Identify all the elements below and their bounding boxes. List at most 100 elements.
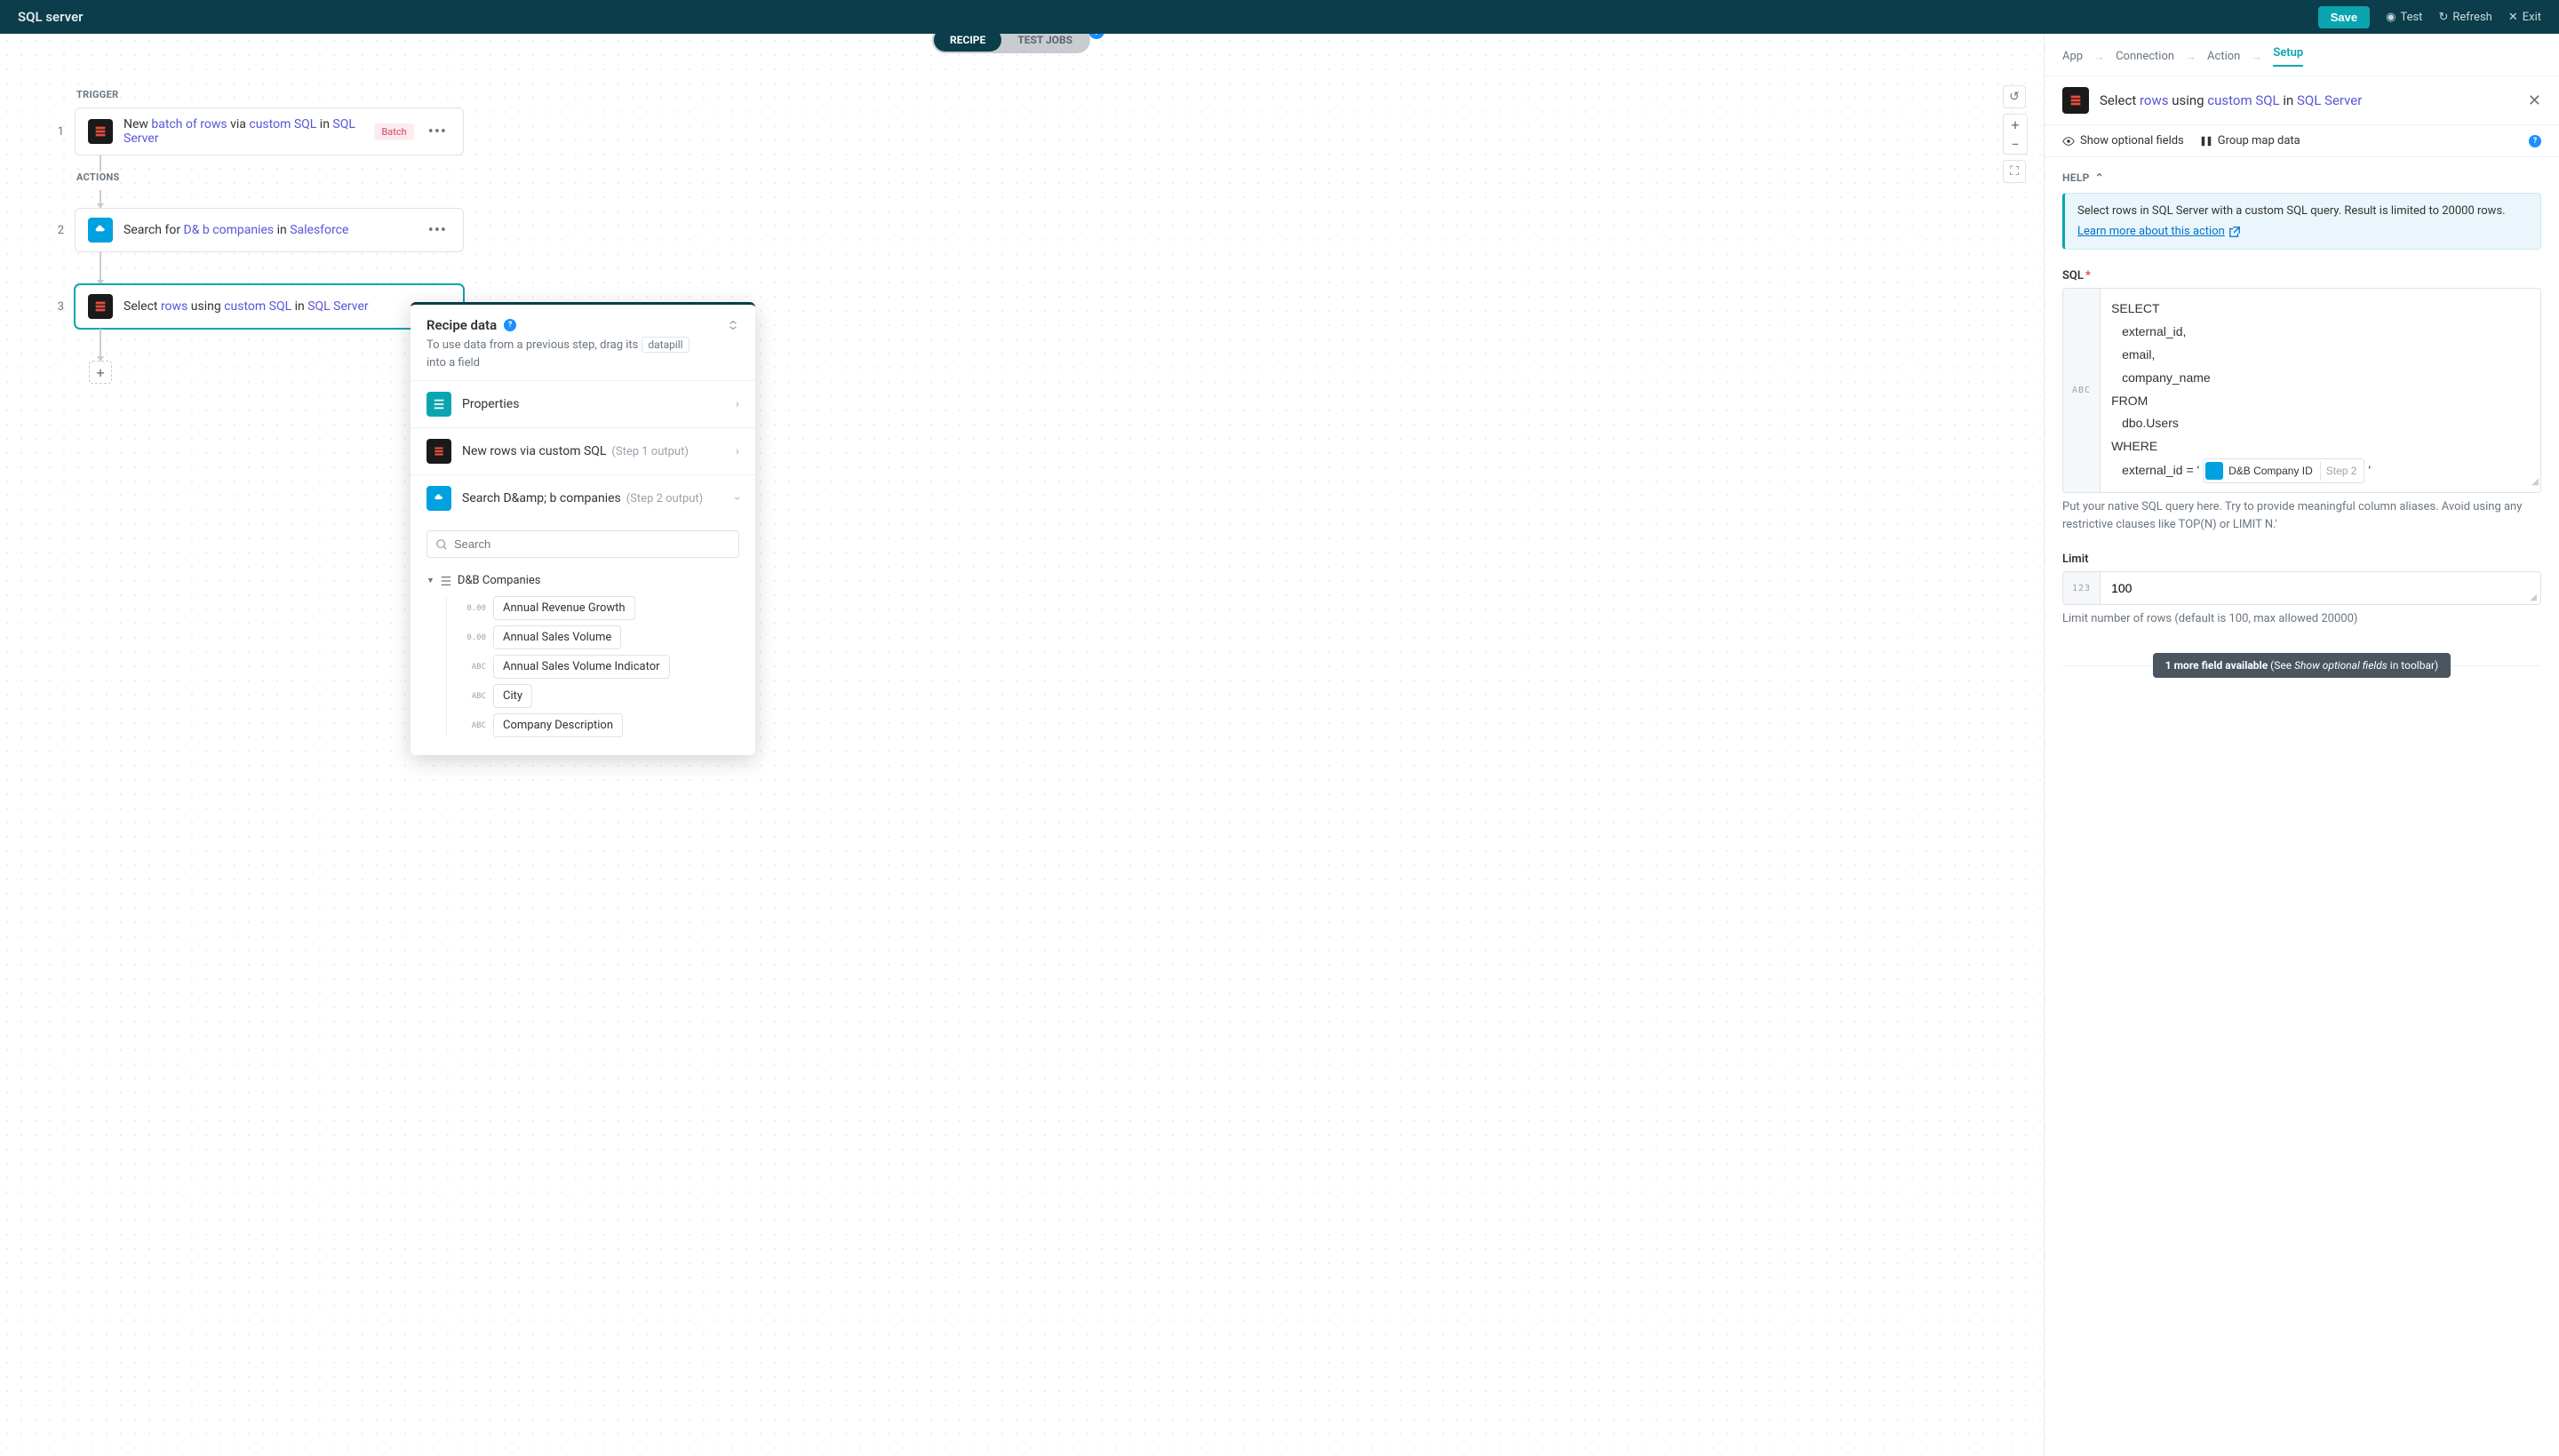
- search-icon: [435, 537, 448, 552]
- canvas-tools: ↺ + − ⛶: [2003, 85, 2028, 183]
- refresh-icon: ↻: [2438, 11, 2448, 24]
- chevron-up-icon: ⌃: [2095, 171, 2104, 184]
- chevron-right-icon: ›: [736, 444, 739, 458]
- sql-input[interactable]: SELECT external_id, email, company_name …: [2101, 289, 2540, 492]
- breadcrumb-action[interactable]: Action: [2207, 50, 2240, 63]
- connector-arrow: [100, 252, 101, 284]
- field-type-indicator: 123: [2063, 572, 2101, 604]
- panel-toolbar: Show optional fields Group map data ?: [2045, 124, 2559, 157]
- zoom-in-button[interactable]: +: [2004, 115, 2027, 134]
- exit-button[interactable]: ✕ Exit: [2508, 11, 2541, 24]
- batch-badge: Batch: [374, 123, 413, 140]
- show-optional-fields-button[interactable]: Show optional fields: [2062, 134, 2184, 147]
- node-menu-icon[interactable]: •••: [425, 221, 450, 240]
- columns-icon: [2200, 134, 2212, 147]
- breadcrumb-connection[interactable]: Connection: [2116, 50, 2174, 63]
- node-text: New batch of rows via custom SQL in SQL …: [124, 117, 363, 146]
- save-button[interactable]: Save: [2318, 6, 2370, 28]
- chevron-down-icon: ›: [730, 497, 745, 500]
- connector-arrow: [100, 329, 101, 361]
- breadcrumb: App → Connection → Action → Setup: [2045, 34, 2559, 76]
- reset-view-button[interactable]: ↺: [2003, 85, 2026, 108]
- arrow-right-icon: →: [2093, 50, 2105, 64]
- tree-group-header[interactable]: ▼ D&B Companies: [426, 574, 739, 587]
- help-icon[interactable]: ?: [2529, 135, 2541, 147]
- datapill[interactable]: Annual Revenue Growth: [493, 596, 635, 620]
- field-help-text: Put your native SQL query here. Try to p…: [2062, 498, 2541, 533]
- more-fields-bar: 1 more field available (See Show optiona…: [2062, 653, 2541, 678]
- required-indicator: *: [2085, 269, 2091, 282]
- resize-handle[interactable]: ◢: [2531, 474, 2539, 491]
- connector-arrow: [100, 190, 101, 208]
- recipe-panel-title: Recipe data ?: [426, 317, 516, 333]
- datapill-item: 0.00Annual Revenue Growth: [463, 596, 739, 620]
- recipe-panel-description: To use data from a previous step, drag i…: [426, 337, 739, 370]
- section-step2-output[interactable]: Search D&amp; b companies(Step 2 output)…: [411, 474, 755, 521]
- fit-view-button[interactable]: ⛶: [2003, 160, 2026, 183]
- close-icon: ✕: [2508, 11, 2518, 24]
- section-step1-output[interactable]: New rows via custom SQL(Step 1 output) ›: [411, 427, 755, 474]
- eye-icon: [2062, 134, 2075, 147]
- datapill[interactable]: Company Description: [493, 713, 623, 737]
- resize-handle[interactable]: ◢: [2530, 593, 2537, 602]
- recipe-data-panel: Recipe data ? To use data from a previou…: [411, 302, 755, 755]
- canvas: RECIPE TEST JOBS ? ↺ + − ⛶ TRIGGER 1: [0, 34, 2044, 1456]
- limit-input[interactable]: [2101, 572, 2540, 604]
- node-menu-icon[interactable]: •••: [425, 123, 450, 141]
- node-number: 1: [52, 125, 64, 139]
- field-label: SQL*: [2062, 269, 2541, 282]
- add-step-button[interactable]: +: [89, 361, 112, 384]
- flow: TRIGGER 1 New batch of rows via custom S…: [0, 34, 2044, 384]
- connector: [100, 155, 101, 171]
- search-input[interactable]: [426, 530, 739, 558]
- datapill[interactable]: City: [493, 684, 532, 708]
- action-node-search[interactable]: Search for D& b companies in Salesforce …: [75, 208, 464, 252]
- trigger-node[interactable]: New batch of rows via custom SQL in SQL …: [75, 107, 464, 155]
- datapill[interactable]: Annual Sales Volume: [493, 625, 621, 649]
- caret-down-icon: ▼: [426, 576, 434, 585]
- sqlserver-icon: [426, 439, 451, 464]
- datapill-item: ABCAnnual Sales Volume Indicator: [463, 655, 739, 679]
- datapill-inline[interactable]: D&B Company ID Step 2: [2203, 458, 2364, 483]
- breadcrumb-app[interactable]: App: [2062, 50, 2083, 63]
- help-box: Select rows in SQL Server with a custom …: [2062, 193, 2541, 250]
- help-icon[interactable]: ?: [1088, 34, 1104, 39]
- group-map-data-button[interactable]: Group map data: [2200, 134, 2300, 147]
- field-type-indicator: ABC: [2063, 289, 2101, 492]
- collapse-icon[interactable]: [727, 318, 739, 332]
- salesforce-icon: [426, 486, 451, 511]
- learn-more-link[interactable]: Learn more about this action: [2077, 225, 2241, 238]
- page-title: SQL server: [18, 9, 84, 25]
- external-link-icon: [2228, 225, 2241, 238]
- list-icon: [440, 574, 452, 587]
- zoom-out-button[interactable]: −: [2004, 134, 2027, 154]
- datapill-item: ABCCompany Description: [463, 713, 739, 737]
- help-section-toggle[interactable]: HELP ⌃: [2062, 171, 2541, 184]
- refresh-button[interactable]: ↻ Refresh: [2438, 11, 2491, 24]
- node-number: 2: [52, 224, 64, 237]
- topbar: SQL server Save ◉ Test ↻ Refresh ✕ Exit: [0, 0, 2559, 34]
- properties-icon: [426, 392, 451, 417]
- close-panel-button[interactable]: ✕: [2528, 91, 2541, 110]
- sqlserver-icon: [88, 294, 113, 319]
- more-fields-pill[interactable]: 1 more field available (See Show optiona…: [2153, 653, 2451, 678]
- field-label: Limit: [2062, 553, 2541, 566]
- breadcrumb-setup[interactable]: Setup: [2273, 46, 2303, 67]
- trigger-node-row: 1 New batch of rows via custom SQL in SQ…: [52, 107, 2044, 155]
- node-text: Select rows using custom SQL in SQL Serv…: [124, 299, 450, 314]
- datapill-keyword: datapill: [642, 337, 689, 353]
- help-icon[interactable]: ?: [504, 319, 516, 331]
- test-button[interactable]: ◉ Test: [2386, 11, 2422, 24]
- tab-test-jobs[interactable]: TEST JOBS: [1001, 34, 1088, 52]
- trigger-label: TRIGGER: [76, 89, 2044, 100]
- actions-label: ACTIONS: [76, 171, 2044, 183]
- datapill[interactable]: Annual Sales Volume Indicator: [493, 655, 670, 679]
- section-properties[interactable]: Properties ›: [411, 380, 755, 427]
- sqlserver-icon: [88, 119, 113, 144]
- node-text: Search for D& b companies in Salesforce: [124, 223, 414, 237]
- sql-field: SQL* ABC SELECT external_id, email, comp…: [2062, 269, 2541, 533]
- arrow-right-icon: →: [2185, 50, 2196, 64]
- field-help-text: Limit number of rows (default is 100, ma…: [2062, 610, 2541, 628]
- action-node-select-rows[interactable]: Select rows using custom SQL in SQL Serv…: [75, 284, 464, 329]
- tab-recipe[interactable]: RECIPE: [934, 34, 1001, 52]
